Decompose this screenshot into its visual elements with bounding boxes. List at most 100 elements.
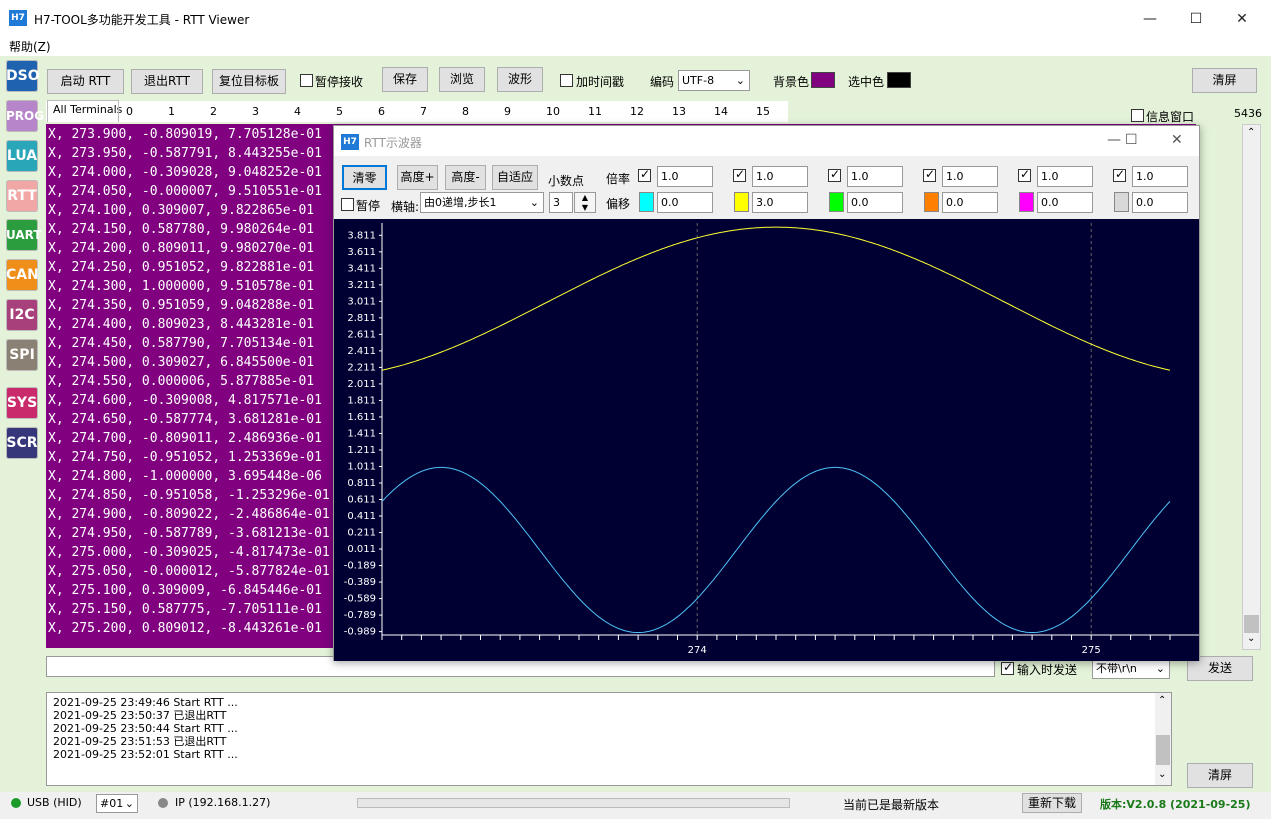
channel-6-offset-input[interactable]: 0.0: [1132, 192, 1188, 213]
tab-11[interactable]: 10: [546, 103, 560, 121]
encoding-select[interactable]: UTF-8 ⌄: [678, 70, 750, 91]
scope-maximize-button[interactable]: ☐: [1125, 132, 1138, 148]
start-rtt-button[interactable]: 启动 RTT: [47, 69, 124, 94]
sidebar-sys-button[interactable]: SYS: [6, 387, 38, 419]
channel-4-color-swatch[interactable]: [924, 192, 939, 212]
line-ending-select[interactable]: 不带\r\n ⌄: [1092, 658, 1170, 679]
sidebar-can-button[interactable]: CAN: [6, 259, 39, 291]
channel-2-enable-checkbox[interactable]: [733, 167, 746, 182]
channel-1-offset-input[interactable]: 0.0: [657, 192, 713, 213]
channel-3-enable-checkbox[interactable]: [828, 167, 841, 182]
channel-6-gain-input[interactable]: 1.0: [1132, 166, 1188, 187]
height-minus-button[interactable]: 高度-: [445, 165, 486, 190]
minimize-button[interactable]: —: [1127, 6, 1173, 32]
log-scrollbar[interactable]: ⌃ ⌄: [1155, 693, 1171, 785]
terminal-line: X, 274.500, 0.309027, 6.845500e-01: [48, 355, 315, 370]
sidebar-dso-button[interactable]: DSO: [6, 60, 40, 92]
save-button[interactable]: 保存: [382, 67, 428, 92]
scope-minimize-button[interactable]: —: [1107, 132, 1121, 148]
channel-3-gain-input[interactable]: 1.0: [847, 166, 903, 187]
log-clear-button[interactable]: 清屏: [1187, 763, 1253, 788]
scope-clear-button[interactable]: 清零: [342, 165, 387, 190]
maximize-button[interactable]: ☐: [1173, 6, 1219, 32]
scope-close-button[interactable]: ✕: [1171, 132, 1183, 148]
tab-12[interactable]: 11: [588, 103, 602, 121]
channel-3-offset-input[interactable]: 0.0: [847, 192, 903, 213]
tab-4[interactable]: 3: [252, 103, 259, 121]
channel-5-offset-input[interactable]: 0.0: [1037, 192, 1093, 213]
tab-5[interactable]: 4: [294, 103, 301, 121]
channel-5-gain-input[interactable]: 1.0: [1037, 166, 1093, 187]
tab-14[interactable]: 13: [672, 103, 686, 121]
channel-2-color-swatch[interactable]: [734, 192, 749, 212]
tab-8[interactable]: 7: [420, 103, 427, 121]
channel-4-enable-checkbox[interactable]: [923, 167, 936, 182]
scroll-down-icon[interactable]: ⌄: [1247, 633, 1255, 644]
tab-13[interactable]: 12: [630, 103, 644, 121]
clear-screen-button[interactable]: 清屏: [1192, 68, 1257, 93]
offset-label: 偏移: [606, 197, 631, 211]
tab-3[interactable]: 2: [210, 103, 217, 121]
redownload-button[interactable]: 重新下载: [1022, 793, 1082, 813]
spin-down-icon[interactable]: ▼: [575, 203, 595, 213]
tab-1[interactable]: 0: [126, 103, 133, 121]
spin-up-icon[interactable]: ▲: [575, 193, 595, 203]
sidebar-prog-button[interactable]: PROG: [6, 100, 44, 132]
scope-plot[interactable]: 3.811 3.611 3.411 3.211 3.011 2.811 2.611 2.411…: [334, 219, 1199, 661]
exit-rtt-button[interactable]: 退出RTT: [131, 69, 203, 94]
add-timestamp-checkbox[interactable]: [560, 74, 573, 87]
channel-4-offset-input[interactable]: 0.0: [942, 192, 998, 213]
tab-16[interactable]: 15: [756, 103, 770, 121]
channel-5-enable-checkbox[interactable]: [1018, 167, 1031, 182]
tab-6[interactable]: 5: [336, 103, 343, 121]
scroll-thumb[interactable]: [1244, 615, 1259, 633]
channel-4-gain-input[interactable]: 1.0: [942, 166, 998, 187]
sidebar-uart-button[interactable]: UART: [6, 219, 42, 251]
send-on-input-checkbox[interactable]: [1001, 660, 1014, 675]
channel-1-color-swatch[interactable]: [639, 192, 654, 212]
bg-color-swatch[interactable]: [811, 72, 835, 88]
pause-receive-checkbox[interactable]: [300, 74, 313, 87]
height-plus-button[interactable]: 高度+: [397, 165, 438, 190]
browse-button[interactable]: 浏览: [439, 67, 485, 92]
scroll-up-icon[interactable]: ⌃: [1247, 127, 1255, 138]
log-panel[interactable]: ⌃ ⌄ 2021-09-25 23:49:46 Start RTT ... 202…: [46, 692, 1172, 786]
channel-2-offset-input[interactable]: 3.0: [752, 192, 808, 213]
waveform-button[interactable]: 波形: [497, 67, 543, 92]
scroll-down-icon[interactable]: ⌄: [1158, 769, 1166, 780]
info-window-checkbox[interactable]: [1131, 109, 1144, 122]
channel-6-color-swatch[interactable]: [1114, 192, 1129, 212]
sidebar-spi-button[interactable]: SPI: [6, 339, 38, 371]
sidebar-scr-button[interactable]: SCR: [6, 427, 38, 459]
channel-5-color-swatch[interactable]: [1019, 192, 1034, 212]
channel-1-enable-checkbox[interactable]: [638, 167, 651, 182]
tab-7[interactable]: 6: [378, 103, 385, 121]
reset-target-button[interactable]: 复位目标板: [212, 69, 286, 94]
auto-fit-button[interactable]: 自适应: [492, 165, 538, 190]
scroll-up-icon[interactable]: ⌃: [1158, 695, 1166, 706]
channel-1-gain-input[interactable]: 1.0: [657, 166, 713, 187]
sidebar-lua-button[interactable]: LUA: [6, 140, 38, 172]
decimals-spinner[interactable]: ▲ ▼: [574, 192, 596, 213]
decimals-input[interactable]: 3: [549, 192, 573, 213]
sidebar-i2c-button[interactable]: I2C: [6, 299, 38, 331]
terminal-scrollbar[interactable]: ⌃ ⌄: [1242, 124, 1261, 650]
sel-color-swatch[interactable]: [887, 72, 911, 88]
menu-help[interactable]: 帮助(Z): [9, 38, 51, 55]
tab-10[interactable]: 9: [504, 103, 511, 121]
xaxis-select[interactable]: 由0递增,步长1 ⌄: [420, 192, 544, 213]
close-button[interactable]: ✕: [1219, 6, 1265, 32]
channel-2-gain-input[interactable]: 1.0: [752, 166, 808, 187]
tab-15[interactable]: 14: [714, 103, 728, 121]
decimals-label: 小数点: [548, 174, 585, 188]
channel-3-color-swatch[interactable]: [829, 192, 844, 212]
terminal-line: X, 274.600, -0.309008, 4.817571e-01: [48, 393, 322, 408]
scroll-thumb[interactable]: [1156, 735, 1170, 765]
tab-9[interactable]: 8: [462, 103, 469, 121]
channel-6-enable-checkbox[interactable]: [1113, 167, 1126, 182]
device-select[interactable]: #01 ⌄: [96, 794, 138, 813]
y-tick-label: 1.411: [347, 428, 376, 439]
tab-2[interactable]: 1: [168, 103, 175, 121]
scope-pause-checkbox[interactable]: [341, 198, 354, 211]
sidebar-rtt-button[interactable]: RTT: [6, 180, 38, 212]
